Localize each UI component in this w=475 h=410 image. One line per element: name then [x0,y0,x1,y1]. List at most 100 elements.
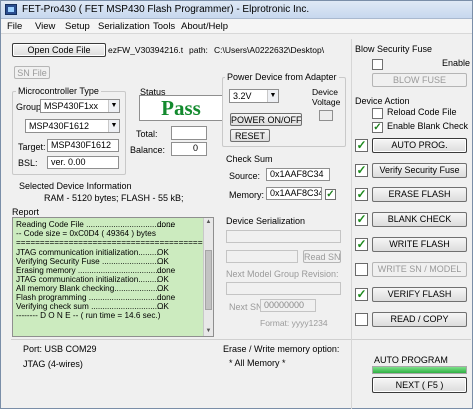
power-toggle-button[interactable]: POWER ON/OFF [230,113,302,126]
reload-code-checkbox[interactable] [372,108,383,119]
reset-button[interactable]: RESET [230,129,270,142]
enable-fuse-checkbox[interactable] [372,59,383,70]
erase-flash-button[interactable]: ERASE FLASH [372,187,467,202]
balance-field: 0 [171,142,207,156]
total-label: Total: [136,129,158,139]
serialization-field-2 [226,250,298,263]
blank-check-checkbox[interactable]: ✓ [355,213,368,226]
report-line: ========================================… [16,238,214,247]
progress-fill [373,367,466,373]
verify-flash-button[interactable]: VERIFY FLASH [372,287,467,302]
read-copy-checkbox[interactable] [355,313,368,326]
menu-view[interactable]: View [35,21,55,32]
scroll-up-icon[interactable]: ▲ [204,218,213,227]
report-line-status: OK [157,248,169,257]
mcu-group-select[interactable]: MSP430F1xx ▼ [40,99,120,113]
report-line: Verifying check sum ....................… [16,302,164,311]
progress-bar [372,366,467,374]
report-scrollbar[interactable]: ▲ ▼ [203,218,213,336]
auto-program-label: AUTO PROGRAM [374,355,448,365]
total-field [171,126,207,140]
next-button[interactable]: NEXT ( F5 ) [372,377,467,393]
erase-flash-checkbox[interactable]: ✓ [355,188,368,201]
write-sn-model-button[interactable]: WRITE SN / MODEL [372,262,467,277]
report-line-status: OK [157,257,169,266]
blank-check-button[interactable]: BLANK CHECK [372,212,467,227]
report-line: Erasing memory .........................… [16,266,165,275]
app-icon [5,4,17,15]
device-action-title: Device Action [355,96,410,106]
device-info-title: Selected Device Information [19,181,132,191]
next-group-field [226,282,341,295]
report-line: JTAG communication initialization.......… [16,275,159,284]
enable-blank-label: Enable Blank Check [387,121,469,131]
format-label: Format: yyyy1234 [260,318,328,328]
path-label: path: [189,45,208,55]
blow-fuse-button[interactable]: BLOW FUSE [372,73,467,87]
jtag-label: JTAG (4-wires) [23,359,83,369]
auto-prog-checkbox[interactable]: ✓ [355,139,368,152]
report-line-status: done [157,220,176,229]
voltage-select[interactable]: 3.2V ▼ [229,89,279,103]
app-window: FET-Pro430 ( FET MSP430 Flash Programmer… [0,0,473,409]
chevron-down-icon: ▼ [108,100,119,112]
device-voltage-label-2: Voltage [312,97,341,107]
checksum-source-field: 0x1AAF8C34 [266,168,330,181]
erase-write-value[interactable]: * All Memory * [229,358,286,368]
verify-fuse-button[interactable]: Verify Security Fuse [372,163,467,178]
code-file-name: ezFW_V30394216.t [108,45,184,55]
status-result: Pass [139,95,223,121]
menu-file[interactable]: File [7,21,22,32]
device-flash: FLASH - 55 kB; [121,193,184,203]
sn-file-button[interactable]: SN File [14,66,50,79]
erase-write-label: Erase / Write memory option: [223,344,340,354]
target-label: Target: [18,142,46,152]
enable-fuse-label: Enable [442,58,471,68]
verify-fuse-checkbox[interactable]: ✓ [355,164,368,177]
chevron-down-icon: ▼ [267,90,278,102]
report-line: Flash programming ......................… [16,293,167,302]
serialization-field-1 [226,230,341,243]
report-line: -- Code size = 0xC0D4 ( 49364 ) bytes [16,229,156,238]
reload-code-label: Reload Code File [387,107,457,117]
mcu-device-value: MSP430F1612 [29,121,90,131]
target-field: MSP430F1612 [47,139,119,152]
menu-bar: File View Setup Serialization Tools Abou… [1,19,472,34]
menu-serialization[interactable]: Serialization [98,21,150,32]
report-line: All memory Blank checking...............… [16,284,165,293]
menu-about-help[interactable]: About/Help [181,21,228,32]
read-copy-button[interactable]: READ / COPY [372,312,467,327]
window-title: FET-Pro430 ( FET MSP430 Flash Programmer… [22,4,310,15]
voltage-value: 3.2V [233,91,252,101]
checksum-title: Check Sum [226,154,273,164]
chevron-down-icon: ▼ [108,120,119,132]
serialization-title: Device Serialization [226,216,306,226]
scroll-thumb[interactable] [205,250,212,310]
menu-tools[interactable]: Tools [153,21,175,32]
device-voltage-label-1: Device [312,87,338,97]
enable-blank-checkbox[interactable]: ✓ [372,122,383,133]
mcu-group-value: MSP430F1xx [44,101,99,111]
verify-flash-checkbox[interactable]: ✓ [355,288,368,301]
auto-prog-button[interactable]: AUTO PROG. [372,138,467,153]
open-code-file-button[interactable]: Open Code File [12,43,106,57]
report-line: JTAG communication initialization.......… [16,248,159,257]
report-line: -------- D O N E -- ( run time = 14.6 se… [16,311,161,320]
balance-label: Balance: [130,145,166,155]
menu-setup[interactable]: Setup [65,21,90,32]
report-log: Reading Code File ......................… [12,217,214,337]
next-sn-field: 00000000 [260,299,316,312]
checksum-match-checkbox[interactable]: ✓ [325,189,336,200]
scroll-down-icon[interactable]: ▼ [204,327,213,336]
write-flash-checkbox[interactable]: ✓ [355,238,368,251]
report-line: Verifying Security Fuse ................… [16,257,166,266]
write-flash-button[interactable]: WRITE FLASH [372,237,467,252]
port-label: Port: USB COM29 [23,344,97,354]
read-sn-button[interactable]: Read SN [303,250,341,263]
report-line-status: OK [157,284,169,293]
bsl-field: ver. 0.00 [47,156,119,169]
bsl-label: BSL: [18,158,38,168]
mcu-device-select[interactable]: MSP430F1612 ▼ [25,119,120,133]
path-value: C:\Users\A0222632\Desktop\ [214,45,325,55]
write-sn-checkbox[interactable] [355,263,368,276]
